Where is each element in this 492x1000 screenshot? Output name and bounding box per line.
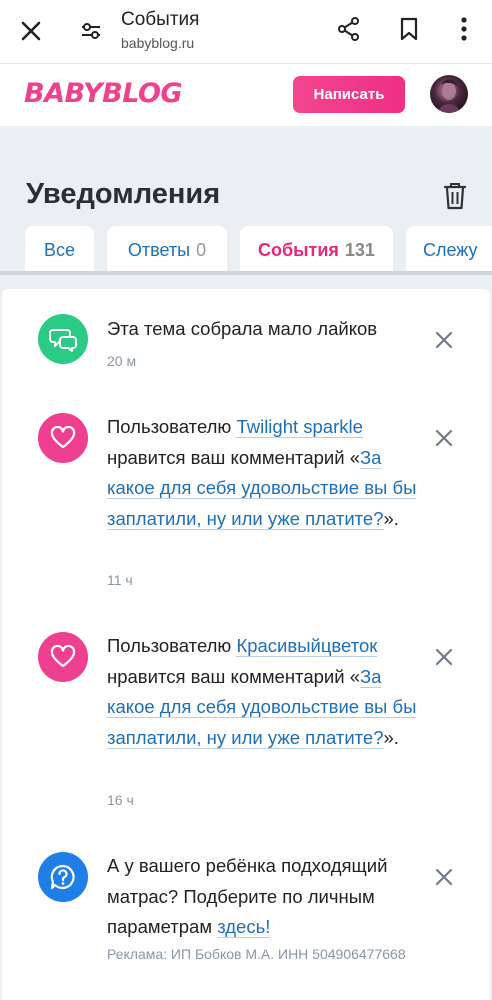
page-title: Уведомления xyxy=(26,178,221,210)
tab-label: Слежу xyxy=(423,239,478,260)
site-settings-icon[interactable] xyxy=(74,14,108,48)
close-icon[interactable] xyxy=(14,14,48,48)
browser-page-title: События xyxy=(121,9,200,30)
heart-icon xyxy=(38,413,88,463)
write-button[interactable]: Написать xyxy=(293,76,405,113)
notification-time: 16 ч xyxy=(107,792,134,808)
tab-label: События xyxy=(258,239,339,260)
user-link[interactable]: Twilight sparkle xyxy=(236,416,363,438)
browser-url[interactable]: babyblog.ru xyxy=(121,35,194,51)
close-icon[interactable] xyxy=(430,326,458,354)
list-item: Пользователю Twilight sparkle нравится в… xyxy=(2,399,490,609)
user-link[interactable]: Красивыйцветок xyxy=(236,635,378,657)
text-prefix: Пользователю xyxy=(107,416,237,437)
notification-text: Пользователю Красивыйцветок нравится ваш… xyxy=(107,631,417,753)
close-icon[interactable] xyxy=(430,424,458,452)
text-suffix: ». xyxy=(383,726,399,748)
tab-all[interactable]: Все xyxy=(25,226,94,274)
notifications-list: Эта тема собрала мало лайков 20 м Пользо… xyxy=(2,289,490,1000)
notification-time: 11 ч xyxy=(107,572,133,588)
tab-replies[interactable]: Ответы 0 xyxy=(107,226,227,274)
list-item: А у вашего ребёнка подходящий матрас? По… xyxy=(2,838,490,1000)
close-icon[interactable] xyxy=(430,643,458,671)
tab-events[interactable]: События 131 xyxy=(240,226,393,274)
chat-bubbles-icon xyxy=(38,314,88,364)
list-item: Пользователю Красивыйцветок нравится ваш… xyxy=(2,618,490,828)
text-middle: нравится ваш комментарий « xyxy=(107,446,360,468)
tab-label: Ответы xyxy=(127,239,191,260)
heart-icon xyxy=(38,632,88,682)
site-logo[interactable]: BABYBLOG xyxy=(24,78,183,109)
bookmark-icon[interactable] xyxy=(392,12,426,46)
tab-count: 0 xyxy=(196,239,207,260)
notification-time: 20 м xyxy=(107,353,137,369)
ad-disclaimer: Реклама: ИП Бобков М.А. ИНН 504906477668 xyxy=(107,946,406,962)
ad-link[interactable]: здесь! xyxy=(217,916,271,938)
notification-text: Пользователю Twilight sparkle нравится в… xyxy=(107,412,417,534)
notification-text: А у вашего ребёнка подходящий матрас? По… xyxy=(107,851,417,943)
site-header: BABYBLOG Написать xyxy=(0,64,492,126)
avatar[interactable] xyxy=(430,75,468,113)
list-item: Эта тема собрала мало лайков 20 м xyxy=(2,289,490,389)
trash-icon[interactable] xyxy=(440,180,470,212)
tab-label: Все xyxy=(43,239,76,260)
notification-text: Эта тема собрала мало лайков xyxy=(107,318,378,339)
text-prefix: Пользователю xyxy=(107,635,237,656)
tab-following[interactable]: Слежу xyxy=(406,226,492,274)
text-middle: нравится ваш комментарий « xyxy=(107,665,360,687)
more-menu-icon[interactable] xyxy=(447,12,481,46)
question-bubble-icon xyxy=(38,852,88,902)
share-icon[interactable] xyxy=(332,12,366,46)
tab-count: 131 xyxy=(344,239,375,260)
browser-toolbar: События babyblog.ru xyxy=(0,0,492,64)
notifications-header: Уведомления Все Ответы 0 События 131 Сле… xyxy=(0,126,492,276)
text-suffix: ». xyxy=(383,507,399,529)
close-icon[interactable] xyxy=(430,863,458,891)
